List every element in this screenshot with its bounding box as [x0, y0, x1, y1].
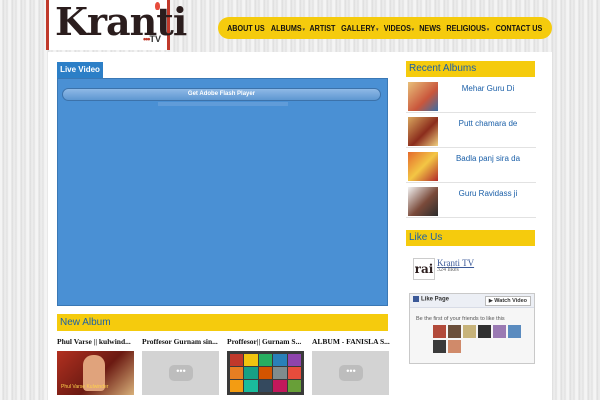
video-player[interactable]: Get Adobe Flash Player: [57, 78, 388, 306]
logo-brand: Kranti: [55, 0, 187, 44]
mosaic-tile: [273, 380, 287, 392]
album-card[interactable]: Phul Varse || kulwind... Phul Varse Kulwi…: [57, 337, 135, 395]
recent-album-thumbnail[interactable]: [408, 82, 438, 111]
logo-suffix: •••TV: [143, 34, 161, 44]
recent-album-item[interactable]: Mehar Guru Di: [406, 80, 536, 113]
chevron-down-icon: ▾: [376, 26, 379, 33]
recent-album-thumbnail[interactable]: [408, 152, 438, 181]
mosaic-tile: [244, 367, 258, 379]
album-title-link[interactable]: ALBUM - FANISLA S...: [312, 337, 390, 346]
likes-count: 324 likes: [437, 267, 459, 273]
mosaic-tile: [258, 354, 273, 366]
play-icon: •••: [339, 365, 363, 381]
nav-item-videos[interactable]: VIDEOS▾: [384, 24, 414, 33]
fan-avatar[interactable]: [433, 325, 446, 338]
recent-album-item[interactable]: Guru Ravidass ji: [406, 185, 536, 218]
fan-avatar[interactable]: [448, 340, 461, 353]
nav-item-gallery[interactable]: GALLERY▾: [341, 24, 378, 33]
watch-video-button[interactable]: ▶ Watch Video: [484, 296, 531, 306]
flame-icon: [155, 2, 160, 10]
friends-like-text: Be the first of your friends to like thi…: [416, 316, 505, 322]
mosaic-tile: [244, 354, 258, 366]
fb-toolbar: Like Page ▶ Watch Video: [410, 294, 534, 308]
mosaic-tile: [230, 354, 244, 366]
mosaic-tile: [258, 367, 273, 379]
recent-album-title[interactable]: Mehar Guru Di: [440, 84, 536, 93]
nav-item-albums[interactable]: ALBUMS▾: [270, 24, 304, 33]
nav-item-news[interactable]: NEWS: [419, 24, 441, 33]
mosaic-tile: [287, 380, 301, 392]
nav-item-contact-us[interactable]: CONTACT US: [496, 24, 543, 33]
fan-avatar[interactable]: [463, 325, 476, 338]
fan-avatar[interactable]: [493, 325, 506, 338]
mosaic-tile: [244, 380, 258, 392]
mosaic-tile: [230, 367, 244, 379]
fan-avatar[interactable]: [448, 325, 461, 338]
recent-album-thumbnail[interactable]: [408, 117, 438, 146]
mosaic-tile: [287, 367, 301, 379]
facebook-icon: [413, 296, 419, 302]
fan-avatar[interactable]: [433, 340, 446, 353]
site-header: Kranti •••TV ABOUT US ALBUMS▾ ARTIST GALLER…: [0, 0, 600, 52]
album-card[interactable]: Proffesor|| Gurnam S...: [227, 337, 305, 395]
page-logo[interactable]: rai: [413, 258, 435, 280]
new-album-heading: New Album: [57, 314, 388, 331]
recent-album-item[interactable]: Badla panj sira da: [406, 150, 536, 183]
fan-avatar[interactable]: [478, 325, 491, 338]
nav-item-religious[interactable]: RELIGIOUS▾: [446, 24, 489, 33]
chevron-down-icon: ▾: [412, 26, 415, 33]
site-logo[interactable]: Kranti •••TV: [46, 0, 187, 50]
album-title-link[interactable]: Proffesor|| Gurnam S...: [227, 337, 305, 346]
thumb-caption: Phul Varse Kulwinder: [61, 384, 109, 390]
mosaic-tile: [230, 380, 244, 392]
album-thumbnail[interactable]: •••: [312, 351, 389, 395]
fan-faces: [433, 325, 525, 353]
recent-album-title[interactable]: Putt chamara de: [440, 119, 536, 128]
get-flash-button[interactable]: Get Adobe Flash Player: [62, 88, 381, 101]
recent-album-title[interactable]: Badla panj sira da: [440, 154, 536, 163]
mosaic-tile: [258, 380, 273, 392]
main-nav: ABOUT US ALBUMS▾ ARTIST GALLERY▾ VIDEOS▾ NEWS…: [218, 17, 552, 39]
video-icon: ▶: [488, 298, 493, 304]
mosaic-tile: [287, 354, 301, 366]
mosaic-tile: [273, 354, 287, 366]
chevron-down-icon: ▾: [486, 26, 489, 33]
facebook-widget: rai Kranti TV 324 likes Like Page ▶ Watc…: [406, 252, 535, 364]
flash-subtext: [158, 102, 288, 106]
album-thumbnail[interactable]: Phul Varse Kulwinder: [57, 351, 134, 395]
like-page-button[interactable]: Like Page: [413, 296, 449, 303]
like-us-heading: Like Us: [406, 230, 535, 246]
tab-live-video[interactable]: Live Video: [57, 62, 103, 78]
fb-plugin-frame: Like Page ▶ Watch Video Be the first of …: [409, 293, 535, 364]
mosaic-tile: [273, 367, 287, 379]
recent-album-thumbnail[interactable]: [408, 187, 438, 216]
chevron-down-icon: ▾: [302, 26, 305, 33]
album-title-link[interactable]: Phul Varse || kulwind...: [57, 337, 135, 346]
album-card[interactable]: Proffesor Gurnam sin... •••: [142, 337, 220, 395]
nav-item-about-us[interactable]: ABOUT US: [227, 24, 265, 33]
album-thumbnail[interactable]: •••: [142, 351, 219, 395]
recent-albums-heading: Recent Albums: [406, 61, 535, 77]
album-thumbnail[interactable]: [227, 351, 304, 395]
play-icon: •••: [169, 365, 193, 381]
album-title-link[interactable]: Proffesor Gurnam sin...: [142, 337, 220, 346]
nav-item-artist[interactable]: ARTIST: [310, 24, 336, 33]
album-card[interactable]: ALBUM - FANISLA S... •••: [312, 337, 390, 395]
recent-album-item[interactable]: Putt chamara de: [406, 115, 536, 148]
recent-album-title[interactable]: Guru Ravidass ji: [440, 189, 536, 198]
fan-avatar[interactable]: [508, 325, 521, 338]
